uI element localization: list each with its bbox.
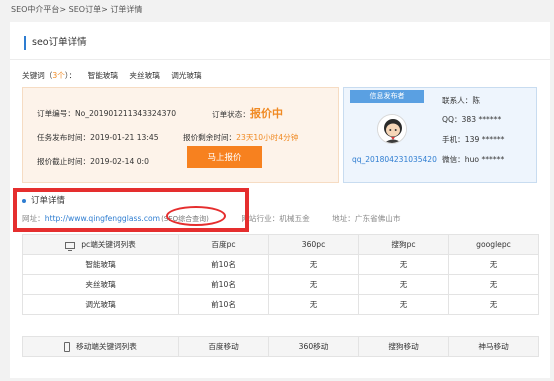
rank-cell: 无 bbox=[268, 274, 359, 295]
order-detail-panel: seo订单详情 关键词（3个）： 智能玻璃 夹丝玻璃 调光玻璃 订单编号：No_… bbox=[10, 22, 550, 378]
keyword-item: 智能玻璃 bbox=[87, 71, 118, 80]
red-highlight-oval bbox=[166, 206, 226, 226]
table-row: 智能玻璃 前10名 无 无 无 bbox=[22, 254, 539, 275]
pc-keyword-table: pc端关键词列表 百度pc 360pc 搜狗pc googlepc 智能玻璃 前… bbox=[22, 234, 539, 315]
column-header: 360pc bbox=[268, 234, 359, 255]
rank-cell: 前10名 bbox=[178, 274, 269, 295]
order-status: 订单状态：报价中 bbox=[212, 105, 283, 121]
rank-cell: 前10名 bbox=[178, 254, 269, 275]
rank-cell: 前10名 bbox=[178, 294, 269, 315]
divider bbox=[10, 59, 550, 60]
column-header: 移动端关键词列表 bbox=[76, 342, 137, 351]
order-status-value: 报价中 bbox=[249, 107, 283, 120]
phone-icon bbox=[64, 342, 71, 352]
remaining-time-label: 报价剩余时间： bbox=[183, 133, 237, 142]
keyword-count: 3个 bbox=[52, 71, 65, 80]
publisher-qq: QQ：383 ****** bbox=[442, 115, 502, 124]
deadline-label: 报价截止时间： bbox=[37, 157, 91, 166]
column-header: 神马移动 bbox=[448, 336, 539, 357]
remaining-time-value: 23天10小时4分钟 bbox=[236, 133, 299, 142]
keyword-cell: 调光玻璃 bbox=[22, 294, 179, 315]
mobile-keyword-list-header: 移动端关键词列表 bbox=[22, 336, 179, 357]
publish-time-label: 任务发布时间： bbox=[37, 133, 91, 142]
publisher-wechat: 微信：huo ****** bbox=[442, 155, 505, 164]
publisher-phone: 手机：139 ****** bbox=[442, 135, 505, 144]
column-header: 百度pc bbox=[178, 234, 269, 255]
rank-cell: 无 bbox=[448, 254, 539, 275]
deadline: 报价截止时间：2019-02-14 0:0 bbox=[37, 156, 149, 167]
remaining-time: 报价剩余时间：23天10小时4分钟 bbox=[183, 132, 298, 143]
table-row: 夹丝玻璃 前10名 无 无 无 bbox=[22, 274, 539, 295]
publish-time-value: 2019-01-21 13:45 bbox=[90, 133, 159, 142]
deadline-value: 2019-02-14 0:0 bbox=[90, 157, 149, 166]
table-header-row: pc端关键词列表 百度pc 360pc 搜狗pc googlepc bbox=[22, 234, 539, 255]
site-industry: 网站行业：机械五金 bbox=[241, 214, 310, 223]
keyword-item: 调光玻璃 bbox=[171, 71, 202, 80]
column-header: 搜狗pc bbox=[358, 234, 449, 255]
rank-cell: 无 bbox=[448, 274, 539, 295]
table-row: 调光玻璃 前10名 无 无 无 bbox=[22, 294, 539, 315]
user-avatar-icon bbox=[377, 114, 407, 144]
rank-cell: 无 bbox=[358, 274, 449, 295]
column-header: 百度移动 bbox=[178, 336, 269, 357]
rank-cell: 无 bbox=[358, 254, 449, 275]
column-header: googlepc bbox=[448, 234, 539, 255]
publisher-box: 信息发布者 qq_20180423103542‌0 联系人：陈 QQ：383 *… bbox=[343, 87, 537, 183]
keyword-cell: 智能玻璃 bbox=[22, 254, 179, 275]
quote-now-button[interactable]: 马上报价 bbox=[187, 146, 262, 168]
publisher-qq-number[interactable]: qq_20180423103542‌0 bbox=[352, 155, 437, 164]
keyword-item: 夹丝玻璃 bbox=[129, 71, 160, 80]
pc-keyword-list-header: pc端关键词列表 bbox=[22, 234, 179, 255]
order-info-box: 订单编号：No_20190121134332437‌0 订单状态：报价中 任务发… bbox=[22, 87, 339, 183]
mobile-keyword-table: 移动端关键词列表 百度移动 360移动 搜狗移动 神马移动 bbox=[22, 336, 539, 357]
rank-cell: 无 bbox=[268, 294, 359, 315]
rank-cell: 无 bbox=[268, 254, 359, 275]
monitor-icon bbox=[65, 241, 76, 251]
rank-cell: 无 bbox=[448, 294, 539, 315]
order-number: 订单编号：No_20190121134332437‌0 bbox=[37, 108, 176, 119]
table-header-row: 移动端关键词列表 百度移动 360移动 搜狗移动 神马移动 bbox=[22, 336, 539, 357]
keyword-cell: 夹丝玻璃 bbox=[22, 274, 179, 295]
order-number-label: 订单编号： bbox=[37, 109, 75, 118]
keyword-summary: 关键词（3个）： 智能玻璃 夹丝玻璃 调光玻璃 bbox=[22, 70, 202, 81]
rank-cell: 无 bbox=[358, 294, 449, 315]
keyword-label: 关键词（ bbox=[22, 71, 53, 80]
order-status-label: 订单状态： bbox=[212, 110, 250, 119]
breadcrumb[interactable]: SEO中介平台> SEO订单> 订单详情 bbox=[11, 4, 142, 15]
publisher-contact: 联系人：陈 bbox=[442, 96, 480, 105]
publisher-header: 信息发布者 bbox=[350, 90, 424, 103]
publish-time: 任务发布时间：2019-01-21 13:45 bbox=[37, 132, 159, 143]
column-header: 搜狗移动 bbox=[358, 336, 449, 357]
page-title: seo订单详情 bbox=[24, 36, 87, 50]
keyword-label-close: ）： bbox=[64, 71, 77, 80]
column-header: pc端关键词列表 bbox=[81, 240, 136, 249]
site-address: 地址：广东省佛山市 bbox=[332, 214, 401, 223]
column-header: 360移动 bbox=[268, 336, 359, 357]
order-number-value: No_20190121134332437‌0 bbox=[74, 109, 177, 118]
